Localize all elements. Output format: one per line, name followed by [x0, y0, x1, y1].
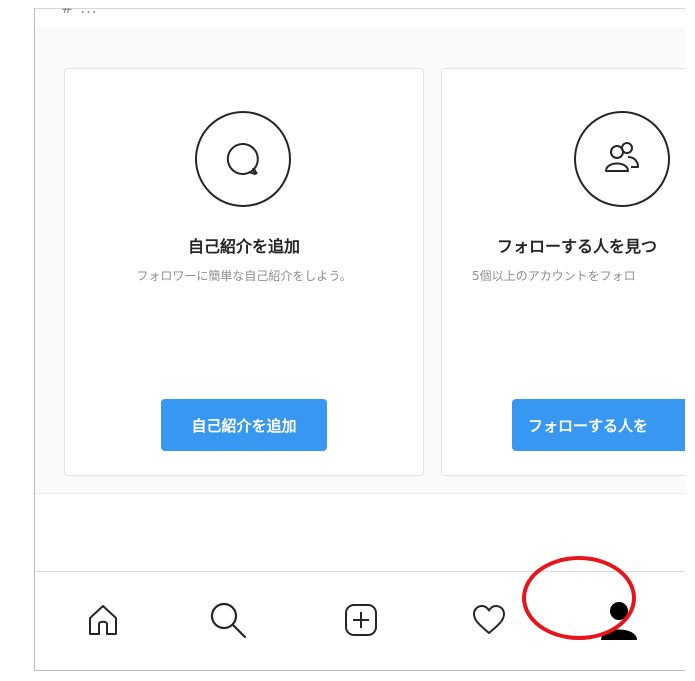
clipped-header-text: # ... — [61, 8, 98, 17]
card-subtitle: フォロワーに簡単な自己紹介をしよう。 — [136, 269, 352, 283]
find-people-card: フォローする人を見つ 5個以上のアカウントをフォロ フォローする人を — [441, 68, 685, 476]
speech-bubble-icon — [195, 111, 291, 207]
find-people-button[interactable]: フォローする人を — [512, 399, 685, 451]
bottom-tab-bar — [35, 571, 685, 670]
spacer-band — [35, 493, 685, 572]
profile-icon[interactable] — [595, 596, 643, 644]
card-title: フォローする人を見つ — [497, 237, 658, 256]
heart-icon[interactable] — [465, 596, 513, 644]
top-divider — [35, 8, 685, 9]
home-icon[interactable] — [79, 596, 127, 644]
card-title: 自己紹介を追加 — [187, 237, 300, 256]
app-screen: # ... 自己紹介を追加 フォロワーに簡単な自己紹介をしよう。 自己紹介を追加 — [34, 8, 685, 671]
add-post-icon[interactable] — [337, 596, 385, 644]
card-subtitle: 5個以上のアカウントをフォロ — [472, 269, 636, 283]
people-icon — [574, 111, 670, 207]
add-bio-button[interactable]: 自己紹介を追加 — [161, 399, 327, 451]
search-icon[interactable] — [204, 596, 252, 644]
suggestions-area: 自己紹介を追加 フォロワーに簡単な自己紹介をしよう。 自己紹介を追加 フォローす… — [35, 28, 685, 493]
add-bio-card: 自己紹介を追加 フォロワーに簡単な自己紹介をしよう。 自己紹介を追加 — [64, 68, 424, 476]
